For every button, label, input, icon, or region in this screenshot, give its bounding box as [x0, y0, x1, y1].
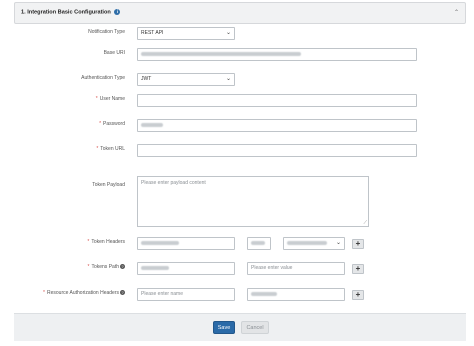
user-name-input[interactable] [137, 94, 417, 107]
authentication-type-label: Authentication Type [81, 75, 125, 81]
info-icon[interactable]: i [114, 9, 121, 15]
redacted-value [251, 291, 277, 296]
section-header[interactable]: 1. Integration Basic Configuration i ⌃ [14, 2, 466, 24]
token-url-label: * Token URL [96, 146, 125, 152]
token-payload-label: Token Payload [92, 182, 125, 188]
add-tokens-path-button[interactable]: + [352, 264, 364, 274]
base-uri-input[interactable] [137, 48, 417, 61]
help-icon[interactable]: ? [120, 290, 125, 296]
token-header-type-select[interactable]: ⌄ [283, 237, 345, 250]
authentication-type-select[interactable]: JWT ⌄ [137, 73, 235, 86]
token-header-name-input[interactable] [137, 237, 235, 250]
token-payload-textarea[interactable]: Please enter payload content ⟋ [137, 176, 369, 227]
resize-handle-icon[interactable]: ⟋ [363, 220, 367, 226]
resource-auth-header-name-input[interactable]: Please enter name [137, 288, 235, 301]
chevron-up-icon[interactable]: ⌃ [454, 9, 459, 16]
notification-type-label: Notification Type [88, 29, 125, 35]
redacted-value [287, 240, 327, 245]
cancel-button[interactable]: Cancel [241, 321, 269, 334]
password-input[interactable] [137, 119, 417, 132]
redacted-value [141, 240, 179, 245]
tokens-path-label: * Tokens Path? [87, 264, 125, 270]
tokens-path-value-input[interactable]: Please enter value [247, 262, 345, 275]
resource-auth-header-value-input[interactable] [247, 288, 345, 301]
password-label: * Password [99, 121, 125, 127]
redacted-value [251, 240, 265, 245]
token-headers-label: * Token Headers [87, 239, 125, 245]
add-resource-auth-header-button[interactable]: + [352, 290, 364, 300]
tokens-path-name-input[interactable] [137, 262, 235, 275]
redacted-value [141, 122, 163, 127]
notification-type-select[interactable]: REST API ⌄ [137, 27, 235, 40]
chevron-down-icon: ⌄ [335, 240, 341, 246]
form-footer: Save Cancel [14, 313, 466, 341]
redacted-value [141, 51, 301, 56]
token-header-value-input[interactable] [247, 237, 271, 250]
resource-auth-headers-label: * Resource Authorization Headers? [43, 290, 125, 296]
user-name-label: * User Name [95, 96, 125, 102]
redacted-value [141, 265, 169, 270]
integration-config-panel: 1. Integration Basic Configuration i ⌃ N… [14, 0, 466, 346]
token-url-input[interactable] [137, 144, 417, 157]
section-title: 1. Integration Basic Configuration i [21, 9, 121, 15]
save-button[interactable]: Save [213, 321, 235, 334]
chevron-down-icon: ⌄ [225, 30, 231, 36]
add-token-header-button[interactable]: + [352, 239, 364, 249]
chevron-down-icon: ⌄ [225, 76, 231, 82]
help-icon[interactable]: ? [120, 264, 125, 270]
base-uri-label: Base URI [103, 50, 125, 56]
